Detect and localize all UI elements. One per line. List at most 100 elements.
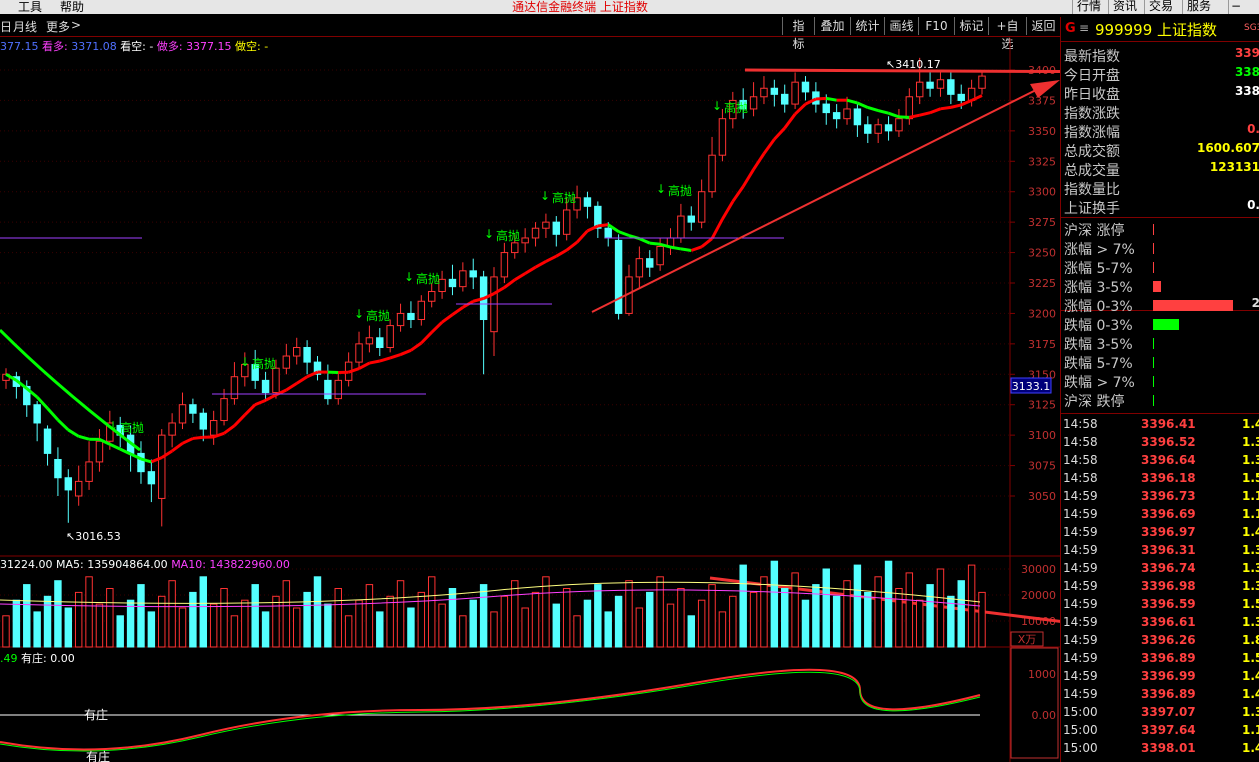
breadth-label: 涨幅 0-3% <box>1064 299 1133 315</box>
volume-bar <box>573 615 581 648</box>
candle-body <box>293 347 301 357</box>
price-tick-label: 3325 <box>1028 155 1056 168</box>
tick-price: 3396.89 <box>1141 651 1196 665</box>
trade-button[interactable]: 交易 <box>1144 0 1177 14</box>
moving-average-line <box>56 418 70 432</box>
info-button[interactable]: 资讯 <box>1108 0 1141 14</box>
breadth-bar <box>1153 224 1154 235</box>
volume-bar <box>843 580 851 648</box>
moving-average-line <box>929 107 941 115</box>
minimize-icon[interactable]: − <box>1228 0 1247 14</box>
candle-body <box>552 221 561 235</box>
tick-price: 3396.41 <box>1141 417 1196 431</box>
volume-bar <box>344 615 353 648</box>
tick-row: 14:59 3396.73 1.1 <box>1061 488 1259 506</box>
volume-bar <box>739 564 747 648</box>
tick-row: 14:58 3396.64 1.3 <box>1061 452 1259 470</box>
tick-price: 3397.64 <box>1141 723 1196 737</box>
volume-bar <box>469 599 477 648</box>
candle-body <box>801 81 810 93</box>
candle-body <box>417 300 426 321</box>
moving-average-line <box>741 168 755 188</box>
signal-label: 高抛 <box>668 183 692 198</box>
kline-chart[interactable]: 3400337533503325330032753250322532003175… <box>0 0 1060 762</box>
stat-row: 指数涨跌 <box>1061 103 1259 122</box>
tick-price: 3398.01 <box>1141 741 1196 755</box>
tick-volume: 1.3 <box>1242 435 1259 449</box>
stat-label: 指数量比 <box>1064 182 1120 198</box>
tick-time: 14:59 <box>1063 615 1098 629</box>
price-tick-label: 3275 <box>1028 216 1056 229</box>
candle-body <box>697 191 706 223</box>
stat-label: 上证换手 <box>1064 201 1120 217</box>
stat-row: 指数涨幅 0. <box>1061 122 1259 141</box>
tick-row: 14:59 3396.69 1.1 <box>1061 506 1259 524</box>
signal-arrow-icon: ↓ <box>354 307 364 321</box>
group-icon[interactable]: G <box>1065 21 1076 36</box>
volume-bar <box>64 607 73 648</box>
moving-average-line <box>109 442 121 451</box>
stat-value: 338 <box>1234 65 1259 79</box>
high-annotation: ↖3410.17 <box>886 58 941 71</box>
volume-bar <box>230 615 239 648</box>
moving-average-line <box>752 152 766 171</box>
price-tick-label: 3100 <box>1028 429 1056 442</box>
moving-average-line <box>888 111 900 119</box>
tick-volume: 1.4 <box>1242 525 1259 539</box>
stat-value: 339 <box>1234 46 1259 60</box>
moving-average-line <box>867 106 879 112</box>
breadth-row: 沪深 跌停 <box>1061 391 1259 410</box>
tick-volume: 1.5 <box>1242 651 1259 665</box>
price-tick-label: 3075 <box>1028 460 1056 473</box>
quotes-button[interactable]: 行情 <box>1072 0 1105 14</box>
candle-body <box>781 93 789 105</box>
breadth-label: 跌幅 > 7% <box>1064 375 1135 391</box>
tick-row: 14:59 3396.59 1.5 <box>1061 596 1259 614</box>
tick-price: 3396.26 <box>1141 633 1196 647</box>
tick-volume: 1.1 <box>1242 723 1259 737</box>
tick-time: 14:59 <box>1063 633 1098 647</box>
signal-label: 高抛 <box>552 190 576 205</box>
stock-title: 999999 上证指数 <box>1095 21 1218 39</box>
volume-bar <box>874 576 882 648</box>
breadth-row: 涨幅 0-3% 2 <box>1061 296 1259 315</box>
tick-volume: 1.1 <box>1242 489 1259 503</box>
candle-body <box>957 93 965 101</box>
stat-row: 上证换手 0. <box>1061 198 1259 217</box>
tick-time: 14:59 <box>1063 543 1098 557</box>
moving-average-line <box>358 361 371 370</box>
breadth-bar <box>1153 262 1154 273</box>
moving-average-line <box>846 98 858 105</box>
candle-body <box>822 103 830 114</box>
breadth-label: 跌幅 3-5% <box>1064 337 1133 353</box>
breadth-bar <box>1153 319 1179 330</box>
moving-average-line <box>680 247 692 252</box>
tick-time: 14:59 <box>1063 525 1098 539</box>
stat-row: 总成交额 1600.607 <box>1061 141 1259 160</box>
candle-body <box>209 420 218 436</box>
signal-label: 高抛 <box>120 420 144 435</box>
menu-icon[interactable]: ≡ <box>1079 21 1089 35</box>
moving-average-line <box>171 442 184 453</box>
tick-time: 14:59 <box>1063 507 1098 521</box>
volume-bar <box>2 615 10 648</box>
candle-body <box>832 112 841 120</box>
tick-price: 3397.07 <box>1141 705 1196 719</box>
tick-time: 14:58 <box>1063 435 1098 449</box>
candle-body <box>386 325 394 349</box>
breadth-bar <box>1153 243 1154 254</box>
tick-price: 3396.31 <box>1141 543 1196 557</box>
moving-average-line <box>555 248 568 258</box>
tick-time: 14:59 <box>1063 489 1098 503</box>
volume-bar <box>697 599 706 648</box>
current-price-label: 3133.1 <box>1012 380 1051 393</box>
volume-bar <box>957 580 965 648</box>
service-button[interactable]: 服务 <box>1182 0 1215 14</box>
candle-body <box>521 237 529 244</box>
volume-bar <box>95 603 104 648</box>
volume-bar <box>926 584 934 648</box>
volume-bar <box>54 580 62 648</box>
indicator-axis-box <box>1010 647 1059 759</box>
signal-arrow-icon: ↓ <box>656 182 666 196</box>
stock-sub-label: SG3 <box>1244 23 1259 33</box>
